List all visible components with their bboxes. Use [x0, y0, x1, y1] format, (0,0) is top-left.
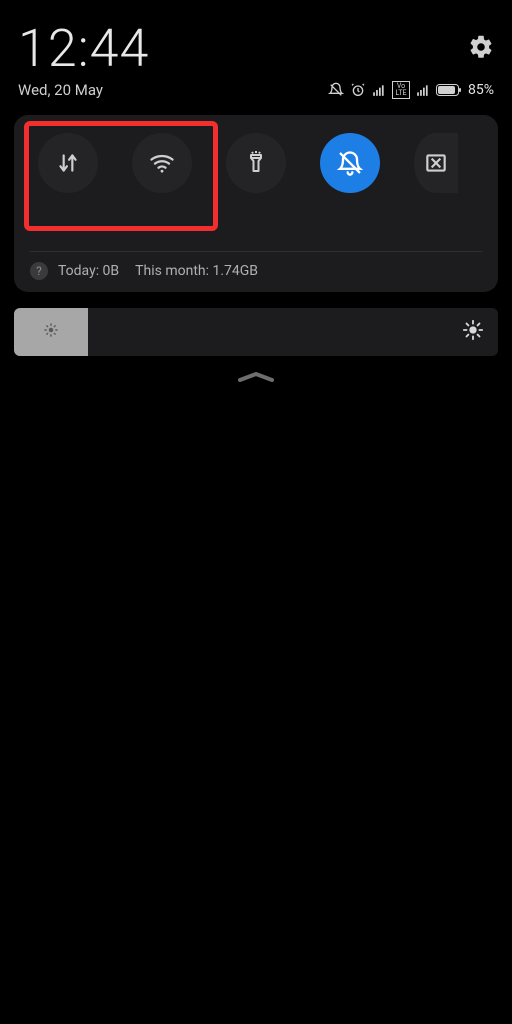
data-usage-today: Today: 0B — [58, 263, 119, 279]
flashlight-icon — [244, 149, 268, 177]
flashlight-toggle[interactable] — [226, 133, 286, 193]
help-icon: ? — [30, 262, 48, 280]
signal-1-icon — [372, 83, 386, 97]
data-usage-footer[interactable]: ? Today: 0B This month: 1.74GB — [14, 252, 498, 282]
brightness-slider[interactable] — [14, 308, 498, 356]
quick-settings-panel: ? Today: 0B This month: 1.74GB — [14, 115, 498, 292]
date: Wed, 20 May — [18, 81, 103, 99]
date-row: Wed, 20 May Vo LTE 85% — [18, 81, 494, 99]
battery-icon — [436, 83, 462, 97]
bell-off-icon — [336, 149, 364, 177]
wifi-icon — [148, 149, 176, 177]
screenshot-toggle[interactable] — [414, 133, 458, 193]
expand-handle[interactable] — [0, 370, 512, 384]
dnd-status-icon — [328, 82, 344, 98]
brightness-low-icon — [42, 321, 60, 343]
data-usage-month: This month: 1.74GB — [135, 263, 258, 279]
battery-percent: 85% — [468, 82, 494, 98]
settings-gear-icon[interactable] — [468, 34, 494, 64]
data-arrows-icon — [55, 150, 81, 176]
signal-2-icon — [416, 83, 430, 97]
volte-icon: Vo LTE — [392, 81, 410, 99]
brightness-fill — [14, 308, 88, 356]
do-not-disturb-toggle[interactable] — [320, 133, 380, 193]
status-top-row: 12:44 — [18, 18, 494, 79]
screenshot-icon — [423, 150, 449, 176]
status-icons: Vo LTE 85% — [328, 81, 494, 99]
mobile-data-toggle[interactable] — [38, 133, 98, 193]
clock: 12:44 — [18, 18, 149, 79]
wifi-toggle[interactable] — [132, 133, 192, 193]
brightness-high-icon — [462, 319, 484, 345]
alarm-status-icon — [350, 82, 366, 98]
quick-settings-row — [14, 123, 498, 217]
status-header: 12:44 Wed, 20 May Vo LTE — [0, 0, 512, 105]
